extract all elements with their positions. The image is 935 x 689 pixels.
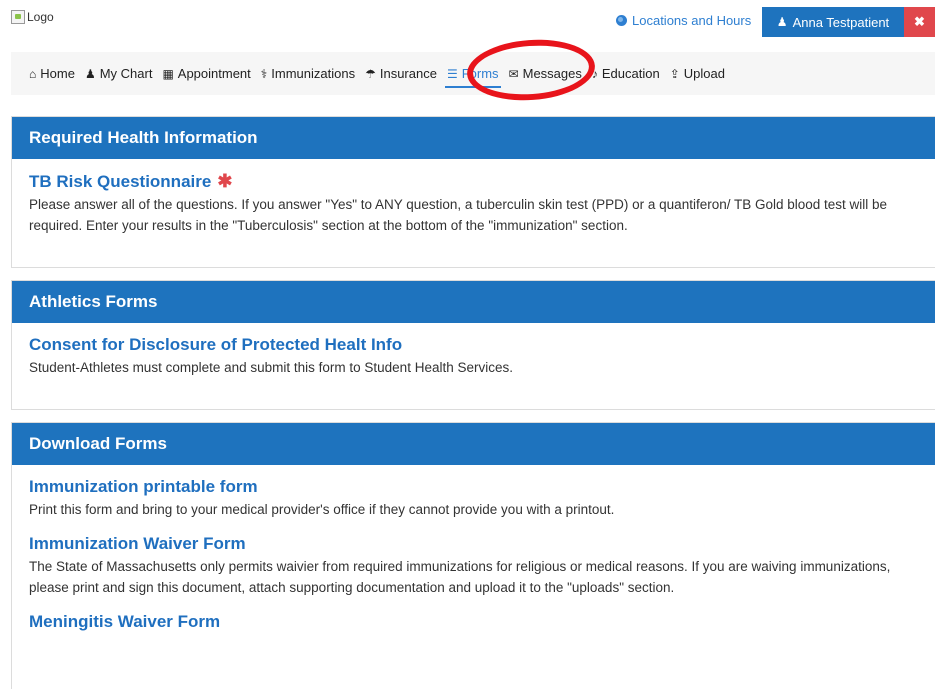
broken-image-icon xyxy=(11,10,25,24)
item-description: Please answer all of the questions. If y… xyxy=(29,197,888,233)
nav-item-label: Messages xyxy=(522,66,582,81)
nav-item-home[interactable]: ⌂ Home xyxy=(11,52,80,95)
user-icon: ♟ xyxy=(776,15,788,29)
logo[interactable]: Logo xyxy=(11,10,54,24)
main-nav: ⌂ Home ♟ My Chart ▦ Appointment ⚕ Immuni… xyxy=(11,52,935,95)
download-forms-panel: Download Forms Immunization printable fo… xyxy=(11,422,935,689)
panel-heading: Required Health Information xyxy=(12,117,935,159)
nav-item-messages[interactable]: ✉ Messages xyxy=(504,52,587,95)
tb-risk-questionnaire-link[interactable]: TB Risk Questionnaire ✱ xyxy=(29,171,232,192)
stethoscope-icon: ⚕ xyxy=(260,66,268,81)
nav-item-label: Forms xyxy=(461,66,499,81)
meningitis-waiver-form-link[interactable]: Meningitis Waiver Form xyxy=(29,612,220,632)
nav-item-label: Appointment xyxy=(177,66,251,81)
umbrella-icon: ☂ xyxy=(365,66,376,81)
nav-item-education[interactable]: ♪ Education xyxy=(587,52,665,95)
list-item: Consent for Disclosure of Protected Heal… xyxy=(29,335,918,378)
immunization-printable-form-link[interactable]: Immunization printable form xyxy=(29,477,258,497)
nav-item-label: Home xyxy=(40,66,75,81)
nav-item-label: Upload xyxy=(683,66,725,81)
nav-item-immunizations[interactable]: ⚕ Immunizations xyxy=(256,52,360,95)
list-icon: ☰ xyxy=(446,66,458,81)
nav-item-upload[interactable]: ⇪ Upload xyxy=(665,52,730,95)
list-item: TB Risk Questionnaire ✱ Please answer al… xyxy=(29,171,918,236)
nav-item-forms[interactable]: ☰ Forms xyxy=(442,52,504,95)
user-icon: ♟ xyxy=(84,66,96,81)
logo-alt-text: Logo xyxy=(27,10,54,24)
nav-item-insurance[interactable]: ☂ Insurance xyxy=(360,52,442,95)
nav-item-label: Education xyxy=(601,66,660,81)
nav-item-label: Insurance xyxy=(379,66,437,81)
nav-item-my-chart[interactable]: ♟ My Chart xyxy=(80,52,158,95)
user-name: Anna Testpatient xyxy=(792,14,890,30)
consent-disclosure-link[interactable]: Consent for Disclosure of Protected Heal… xyxy=(29,335,402,355)
bell-icon: ♪ xyxy=(591,66,598,81)
item-description: The State of Massachusetts only permits … xyxy=(29,559,891,595)
globe-icon xyxy=(616,15,627,26)
item-title-text: TB Risk Questionnaire xyxy=(29,171,212,191)
nav-item-label: Immunizations xyxy=(271,66,356,81)
locations-link[interactable]: Locations and Hours xyxy=(616,13,751,28)
home-icon: ⌂ xyxy=(29,66,37,81)
athletics-forms-panel: Athletics Forms Consent for Disclosure o… xyxy=(11,280,935,410)
panel-heading: Athletics Forms xyxy=(12,281,935,323)
close-icon: ✖ xyxy=(914,14,925,29)
top-bar: Logo Locations and Hours ♟ Anna Testpati… xyxy=(0,0,935,40)
item-description: Student-Athletes must complete and submi… xyxy=(29,360,513,375)
logout-button[interactable]: ✖ xyxy=(904,7,935,37)
upload-icon: ⇪ xyxy=(669,66,680,81)
list-item: Meningitis Waiver Form xyxy=(29,612,918,632)
envelope-icon: ✉ xyxy=(508,66,519,81)
item-description: Print this form and bring to your medica… xyxy=(29,502,615,517)
user-button[interactable]: ♟ Anna Testpatient xyxy=(762,7,904,37)
nav-item-label: My Chart xyxy=(99,66,153,81)
list-item: Immunization Waiver Form The State of Ma… xyxy=(29,534,918,598)
required-asterisk-icon: ✱ xyxy=(217,171,233,191)
panel-heading: Download Forms xyxy=(12,423,935,465)
required-health-panel: Required Health Information TB Risk Ques… xyxy=(11,116,935,268)
locations-label: Locations and Hours xyxy=(632,13,752,28)
calendar-icon: ▦ xyxy=(162,66,174,81)
immunization-waiver-form-link[interactable]: Immunization Waiver Form xyxy=(29,534,246,554)
list-item: Immunization printable form Print this f… xyxy=(29,477,918,520)
nav-item-appointment[interactable]: ▦ Appointment xyxy=(157,52,255,95)
